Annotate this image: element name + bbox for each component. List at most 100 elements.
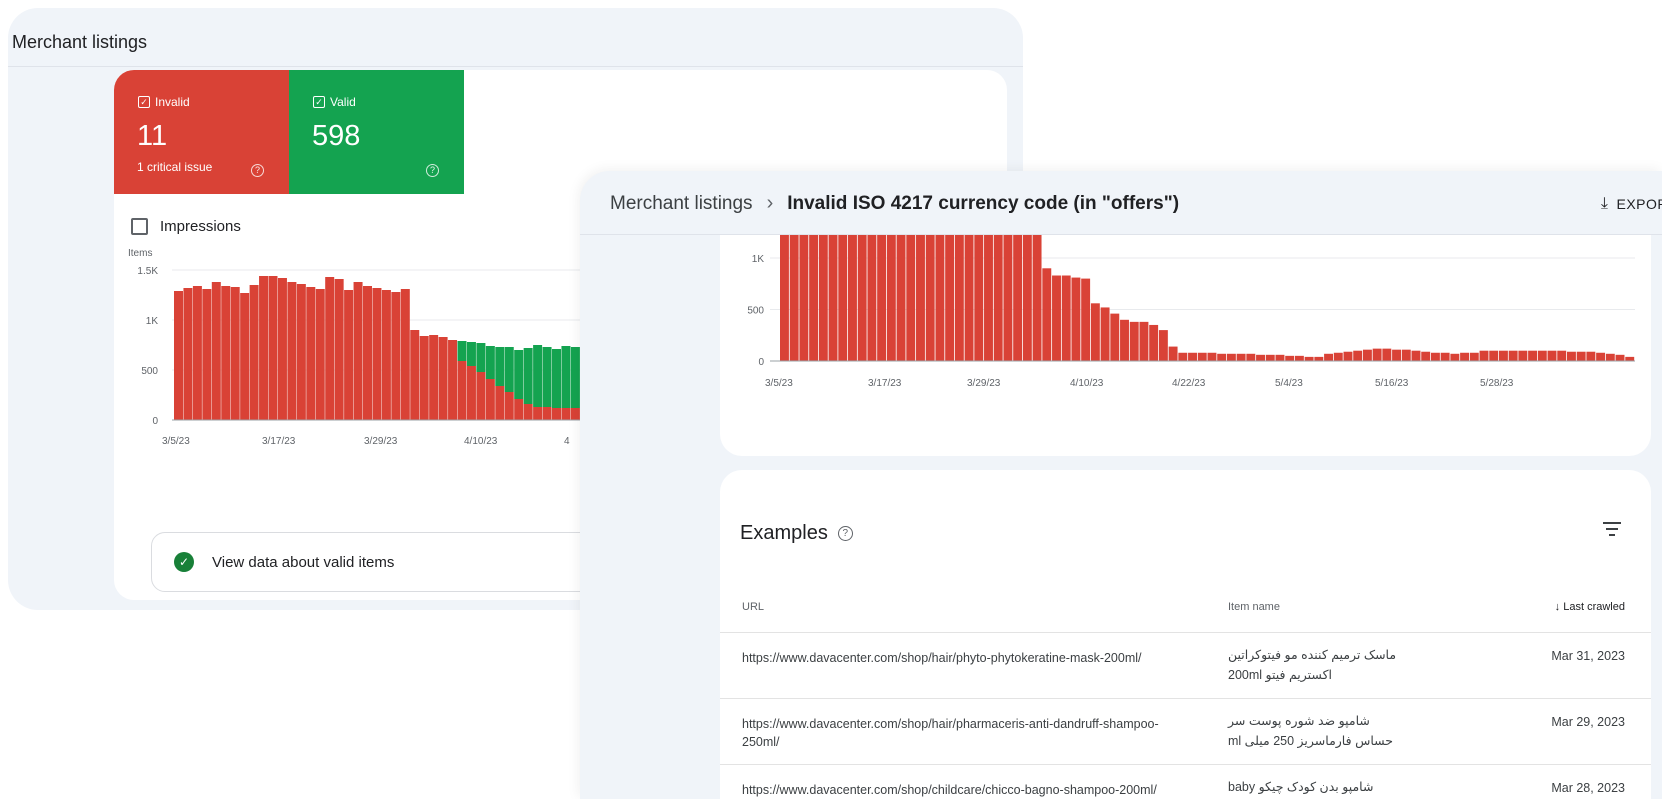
header-bar: Merchant listings › Invalid ISO 4217 cur… (580, 171, 1662, 235)
breadcrumb-root-link[interactable]: Merchant listings (610, 193, 753, 215)
chart-bar (230, 287, 240, 420)
chart-bar (1022, 214, 1032, 361)
chart-bar (1372, 348, 1382, 361)
chart-bar (1518, 350, 1528, 361)
chart-bar (438, 337, 448, 420)
x-tick-label: 3/5/23 (162, 436, 190, 447)
chart-bar (552, 349, 561, 408)
chart-bar (533, 345, 543, 407)
export-button[interactable]: ⤓ EXPOR (1601, 195, 1662, 213)
help-icon[interactable]: ? (426, 164, 439, 177)
url-cell[interactable]: https://www.davacenter.com/shop/hair/phy… (742, 649, 1182, 667)
filter-icon[interactable] (1603, 522, 1621, 536)
x-tick-label: 3/17/23 (262, 436, 296, 447)
chart-bar (1596, 352, 1606, 361)
chart-bar (1353, 350, 1363, 361)
chart-bar (1197, 352, 1207, 361)
chart-bar (1139, 321, 1149, 361)
valid-summary-tile[interactable]: ✓ Valid 598 ? (289, 70, 464, 194)
chart-bar (372, 288, 382, 420)
chart-bar (221, 286, 231, 420)
chart-bar (1314, 356, 1324, 361)
examples-heading: Examples ? (740, 522, 853, 545)
chart-bar (296, 284, 306, 420)
valid-label-text: Valid (330, 95, 356, 109)
chart-bar (1576, 351, 1586, 361)
export-label: EXPOR (1616, 196, 1662, 212)
y-tick-label: 0 (152, 416, 158, 427)
checkbox-checked-icon[interactable]: ✓ (138, 96, 150, 108)
chart-bar (570, 347, 580, 408)
table-row[interactable]: https://www.davacenter.com/shop/childcar… (720, 764, 1651, 799)
sort-arrow-down-icon: ↓ (1554, 601, 1561, 613)
chart-bar (363, 286, 372, 420)
x-tick-label: 5/28/23 (1480, 378, 1514, 389)
chart-bar (1460, 352, 1470, 361)
chart-bar (1090, 303, 1100, 361)
chart-bar (1129, 321, 1139, 361)
chart-bar (1605, 353, 1615, 361)
chart-bar (552, 408, 561, 420)
url-cell[interactable]: https://www.davacenter.com/shop/hair/pha… (742, 715, 1182, 751)
issue-chart-card: 0 500 1K 3/5/23 3/17/23 3/29/23 4/10/23 4/22/23… (720, 211, 1651, 456)
column-header-item-name[interactable]: Item name (1228, 601, 1280, 613)
chart-bar (485, 379, 495, 420)
chart-bar (561, 408, 571, 420)
table-row[interactable]: https://www.davacenter.com/shop/hair/pha… (720, 698, 1651, 764)
valid-count: 598 (312, 120, 361, 152)
chart-bar (1294, 355, 1304, 361)
chart-bar (1479, 350, 1489, 361)
chart-bar (1586, 351, 1596, 361)
view-valid-items-label: View data about valid items (212, 553, 395, 571)
chart-bar (259, 276, 269, 420)
issue-detail-panel: 0 500 1K 3/5/23 3/17/23 3/29/23 4/10/23 4/22/23… (580, 171, 1662, 799)
chevron-right-icon: › (766, 192, 774, 214)
chart-bar (1537, 350, 1547, 361)
chart-bar (1052, 275, 1061, 361)
examples-title: Examples (740, 522, 828, 544)
y-tick-label: 1K (146, 316, 159, 327)
chart-bar (466, 366, 476, 420)
download-icon: ⤓ (1600, 195, 1609, 212)
chart-bar (1508, 350, 1518, 361)
help-icon[interactable]: ? (251, 164, 264, 177)
chart-bar (419, 336, 429, 420)
chart-bar (1226, 353, 1236, 361)
chart-bar (533, 407, 543, 420)
chart-bar (1275, 354, 1285, 361)
chart-bar (561, 346, 571, 408)
column-header-last-crawled[interactable]: ↓ Last crawled (1555, 601, 1625, 613)
url-cell[interactable]: https://www.davacenter.com/shop/childcar… (742, 781, 1182, 799)
impressions-label: Impressions (160, 218, 241, 235)
chart-bar (306, 287, 316, 420)
table-row[interactable]: https://www.davacenter.com/shop/hair/phy… (720, 632, 1651, 698)
header-divider (8, 66, 1023, 67)
item-name-cell: ماسک ترمیم کننده مو فیتوکراتین اکستریم ف… (1228, 648, 1397, 682)
chart-bar (1304, 356, 1314, 361)
chart-bar (457, 341, 467, 361)
chart-bar (325, 277, 335, 420)
chart-bar (1498, 350, 1508, 361)
impressions-toggle[interactable]: Impressions (131, 218, 241, 235)
chart-bar (1042, 268, 1052, 361)
chart-bar (1469, 352, 1479, 361)
chart-bar (240, 293, 250, 420)
help-icon[interactable]: ? (837, 526, 853, 541)
invalid-label: ✓ Invalid (138, 95, 190, 109)
chart-bar (277, 278, 287, 420)
checkbox-checked-icon[interactable]: ✓ (313, 96, 325, 108)
checkbox-unchecked-icon[interactable] (131, 218, 148, 235)
chart-bar (570, 408, 580, 420)
chart-bar (1168, 346, 1178, 361)
breadcrumb: Merchant listings › Invalid ISO 4217 cur… (610, 192, 1179, 215)
x-tick-label: 3/17/23 (868, 378, 902, 389)
y-tick-label: 500 (747, 306, 764, 317)
chart-bar (400, 289, 410, 420)
chart-bar (1032, 216, 1042, 361)
column-header-url[interactable]: URL (742, 601, 764, 613)
view-valid-items-link[interactable]: ✓ View data about valid items (151, 532, 611, 592)
chart-bar (542, 407, 552, 420)
chart-bar (514, 350, 524, 399)
invalid-summary-tile[interactable]: ✓ Invalid 11 1 critical issue ? (114, 70, 289, 194)
chart-bar (287, 282, 297, 420)
